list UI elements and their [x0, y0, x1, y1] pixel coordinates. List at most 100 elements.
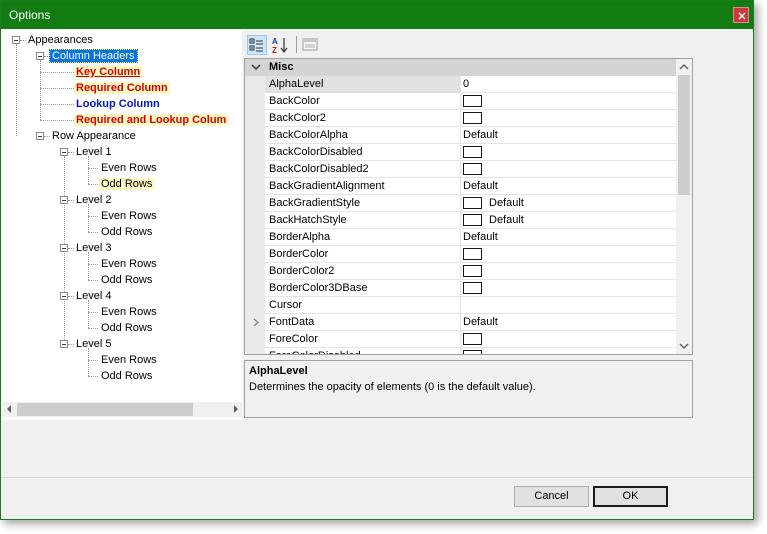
tree-node-required-lookup-column[interactable]: Required and Lookup Colum — [74, 114, 229, 126]
scroll-left-icon[interactable] — [7, 405, 11, 413]
collapse-icon[interactable] — [36, 132, 44, 140]
color-swatch[interactable] — [463, 197, 482, 209]
tree-node-odd-rows[interactable]: Odd Rows — [99, 178, 155, 190]
tree-node-required-column[interactable]: Required Column — [74, 82, 170, 94]
column-divider[interactable] — [460, 297, 461, 314]
tree-node-even-rows[interactable]: Even Rows — [99, 354, 159, 366]
color-swatch[interactable] — [463, 163, 482, 175]
color-swatch[interactable] — [463, 248, 482, 260]
categorized-button[interactable] — [247, 35, 267, 55]
property-pages-button[interactable] — [300, 35, 320, 55]
tree-node-level[interactable]: Level 2 — [74, 194, 113, 206]
tree-node-lookup-column[interactable]: Lookup Column — [74, 98, 162, 110]
property-row[interactable]: BorderAlpha Default — [245, 229, 677, 246]
tree-node-even-rows[interactable]: Even Rows — [99, 210, 159, 222]
close-button[interactable] — [733, 7, 749, 23]
property-value[interactable]: Default — [463, 180, 498, 192]
collapse-icon[interactable] — [36, 52, 44, 60]
tree-node-column-headers[interactable]: Column Headers — [49, 49, 138, 63]
appearance-tree[interactable]: Appearances Column Headers Key Column Re… — [2, 30, 242, 420]
property-value[interactable]: Default — [463, 231, 498, 243]
property-row[interactable]: ForeColorDisabled — [245, 348, 677, 354]
tree-node-odd-rows[interactable]: Odd Rows — [99, 274, 154, 286]
property-row[interactable]: Cursor — [245, 297, 677, 314]
cancel-button[interactable]: Cancel — [514, 486, 589, 507]
property-row[interactable]: BackColorDisabled — [245, 144, 677, 161]
collapse-icon[interactable] — [60, 196, 68, 204]
property-row[interactable]: BorderColor — [245, 246, 677, 263]
color-swatch[interactable] — [463, 265, 482, 277]
tree-node-level[interactable]: Level 4 — [74, 290, 113, 302]
column-divider[interactable] — [460, 348, 461, 354]
column-divider[interactable] — [460, 144, 461, 161]
color-swatch[interactable] — [463, 350, 482, 354]
scroll-thumb[interactable] — [17, 403, 193, 416]
color-swatch[interactable] — [463, 95, 482, 107]
property-value[interactable]: Default — [463, 129, 498, 141]
column-divider[interactable] — [460, 127, 461, 144]
tree-node-odd-rows[interactable]: Odd Rows — [99, 370, 154, 382]
tree-horizontal-scrollbar[interactable] — [3, 402, 242, 417]
color-swatch[interactable] — [463, 112, 482, 124]
title-bar[interactable]: Options — [1, 1, 753, 29]
property-row[interactable]: BackHatchStyle Default — [245, 212, 677, 229]
column-divider[interactable] — [460, 280, 461, 297]
property-row[interactable]: BackGradientAlignment Default — [245, 178, 677, 195]
tree-node-key-column[interactable]: Key Column — [74, 66, 143, 78]
column-divider[interactable] — [460, 314, 461, 331]
column-divider[interactable] — [460, 212, 461, 229]
property-row[interactable]: BackColorAlpha Default — [245, 127, 677, 144]
column-divider[interactable] — [460, 246, 461, 263]
chevron-down-icon[interactable] — [251, 62, 261, 72]
scroll-down-icon[interactable] — [676, 339, 692, 353]
tree-node-odd-rows[interactable]: Odd Rows — [99, 226, 154, 238]
collapse-icon[interactable] — [12, 36, 20, 44]
color-swatch[interactable] — [463, 282, 482, 294]
property-value[interactable]: Default — [489, 214, 524, 226]
tree-node-level[interactable]: Level 1 — [74, 146, 113, 158]
tree-node-odd-rows[interactable]: Odd Rows — [99, 322, 154, 334]
tree-node-appearances[interactable]: Appearances — [26, 34, 95, 46]
property-value[interactable]: 0 — [463, 78, 469, 90]
alphabetical-button[interactable]: A Z — [270, 35, 290, 55]
category-row-misc[interactable]: Misc — [245, 59, 677, 76]
scroll-right-icon[interactable] — [234, 405, 238, 413]
chevron-right-icon[interactable] — [252, 318, 260, 327]
property-row[interactable]: FontData Default — [245, 314, 677, 331]
color-swatch[interactable] — [463, 214, 482, 226]
column-divider[interactable] — [460, 93, 461, 110]
color-swatch[interactable] — [463, 333, 482, 345]
scroll-thumb[interactable] — [678, 75, 690, 195]
column-divider[interactable] — [460, 110, 461, 127]
column-divider[interactable] — [460, 263, 461, 280]
property-row[interactable]: ForeColor — [245, 331, 677, 348]
tree-node-even-rows[interactable]: Even Rows — [99, 258, 159, 270]
column-divider[interactable] — [460, 161, 461, 178]
property-row[interactable]: BorderColor3DBase — [245, 280, 677, 297]
column-divider[interactable] — [460, 76, 461, 93]
column-divider[interactable] — [460, 178, 461, 195]
collapse-icon[interactable] — [60, 292, 68, 300]
column-divider[interactable] — [460, 195, 461, 212]
scroll-up-icon[interactable] — [676, 60, 692, 74]
collapse-icon[interactable] — [60, 340, 68, 348]
property-row[interactable]: BackColor — [245, 93, 677, 110]
property-row[interactable]: BackColor2 — [245, 110, 677, 127]
ok-button[interactable]: OK — [593, 486, 668, 507]
grid-vertical-scrollbar[interactable] — [676, 59, 692, 354]
collapse-icon[interactable] — [60, 244, 68, 252]
tree-node-row-appearance[interactable]: Row Appearance — [50, 130, 138, 142]
property-row[interactable]: BorderColor2 — [245, 263, 677, 280]
property-value[interactable]: Default — [463, 316, 498, 328]
tree-node-level[interactable]: Level 5 — [74, 338, 113, 350]
property-row[interactable]: BackColorDisabled2 — [245, 161, 677, 178]
tree-node-even-rows[interactable]: Even Rows — [99, 162, 159, 174]
column-divider[interactable] — [460, 331, 461, 348]
property-list[interactable]: Misc AlphaLevel 0 BackColor BackColor2 BackC… — [244, 58, 693, 355]
tree-node-level[interactable]: Level 3 — [74, 242, 113, 254]
collapse-icon[interactable] — [60, 148, 68, 156]
color-swatch[interactable] — [463, 146, 482, 158]
tree-node-even-rows[interactable]: Even Rows — [99, 306, 159, 318]
property-value[interactable]: Default — [489, 197, 524, 209]
property-row[interactable]: BackGradientStyle Default — [245, 195, 677, 212]
